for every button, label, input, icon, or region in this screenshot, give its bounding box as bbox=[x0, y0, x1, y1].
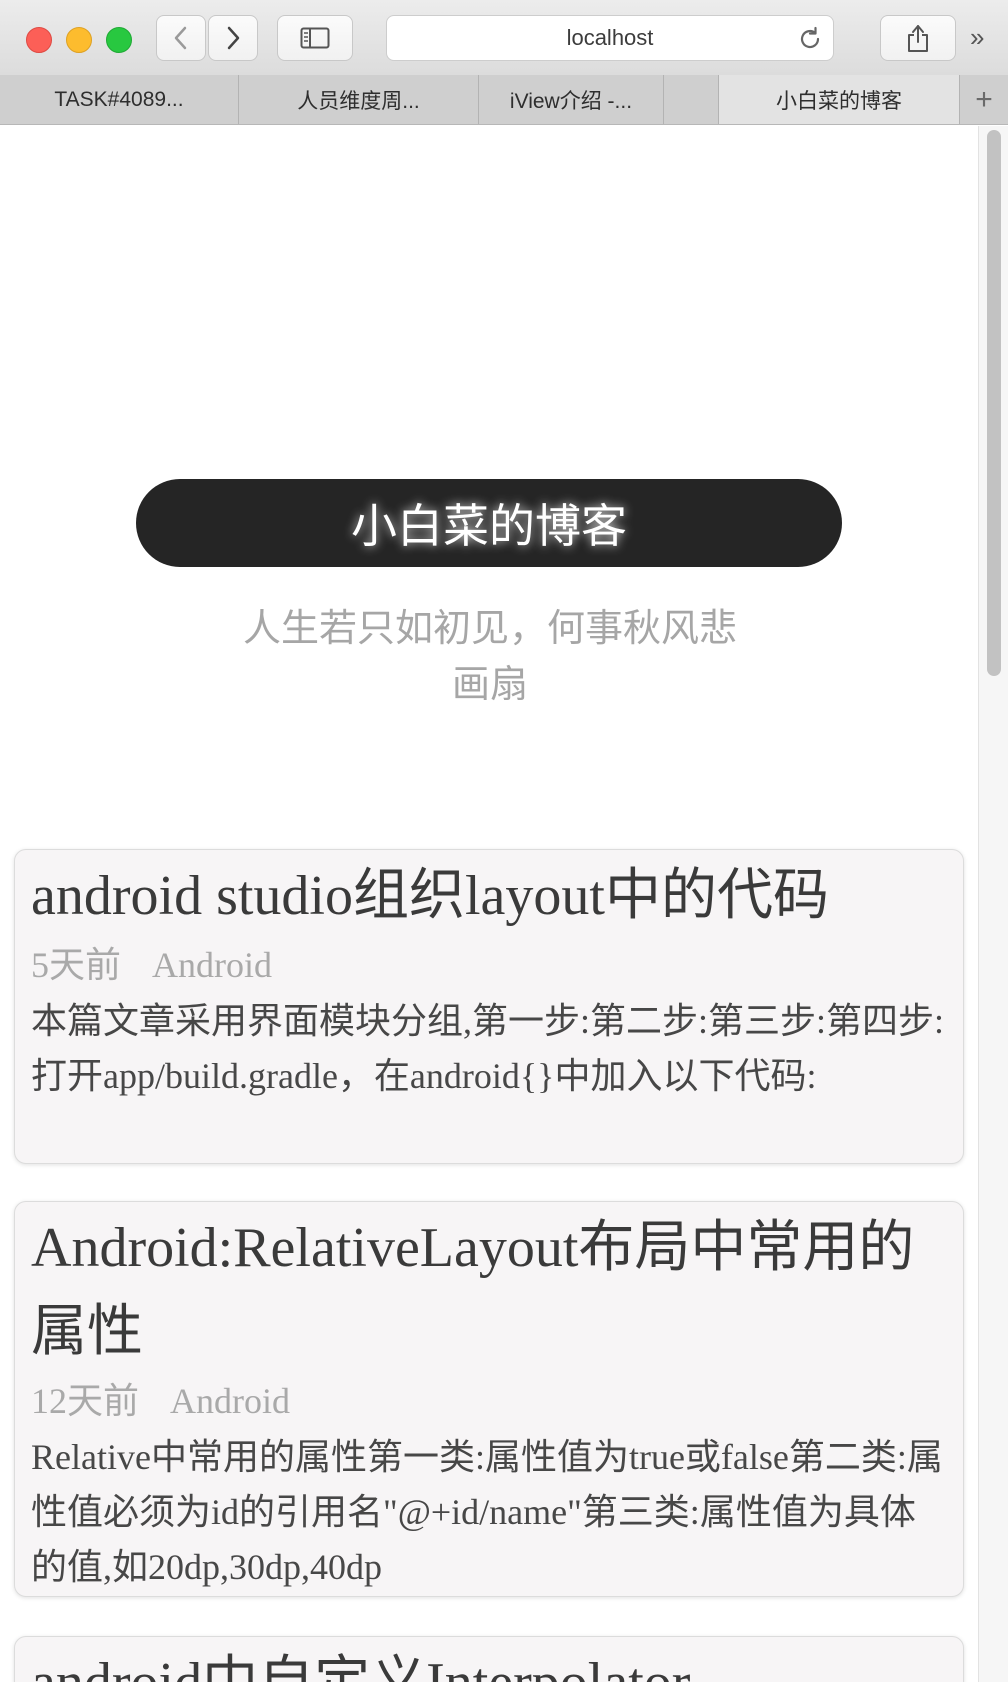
page-scrollbar[interactable] bbox=[978, 126, 1008, 1682]
chevron-left-icon bbox=[174, 26, 187, 50]
share-button[interactable] bbox=[880, 15, 956, 61]
tab-bar: TASK#4089... 人员维度周... iView介绍 -... 小白菜的博… bbox=[0, 75, 1008, 125]
scrollbar-thumb[interactable] bbox=[987, 130, 1001, 676]
post-title[interactable]: android studio组织layout中的代码 bbox=[31, 850, 947, 938]
post-summary: 本篇文章采用界面模块分组,第一步:第二步:第三步:第四步:打开app/build… bbox=[31, 1001, 945, 1096]
tab-weekly-report[interactable]: 人员维度周... bbox=[239, 75, 479, 124]
close-window-button[interactable] bbox=[26, 27, 52, 53]
address-bar[interactable]: localhost bbox=[386, 15, 834, 61]
sidebar-icon bbox=[300, 27, 330, 49]
tab-task[interactable]: TASK#4089... bbox=[0, 75, 239, 124]
post-card[interactable]: Android:RelativeLayout布局中常用的属性 12天前 Andr… bbox=[14, 1201, 964, 1597]
address-text: localhost bbox=[566, 25, 654, 50]
post-meta: 12天前 Android bbox=[31, 1376, 947, 1426]
post-meta: 5天前 Android bbox=[31, 940, 947, 990]
post-title[interactable]: android中自定义Interpolator bbox=[31, 1637, 947, 1682]
post-time: 12天前 bbox=[31, 1381, 140, 1421]
page-content: 小白菜的博客 人生若只如初见，何事秋风悲画扇 android studio组织l… bbox=[0, 126, 976, 1682]
share-icon bbox=[908, 25, 928, 52]
zoom-window-button[interactable] bbox=[106, 27, 132, 53]
tab-pinned[interactable] bbox=[664, 75, 719, 124]
tab-iview[interactable]: iView介绍 -... bbox=[479, 75, 664, 124]
sidebar-toggle-button[interactable] bbox=[277, 15, 353, 61]
blog-subtitle: 人生若只如初见，何事秋风悲画扇 bbox=[242, 606, 737, 706]
post-category[interactable]: Android bbox=[170, 1381, 290, 1421]
post-summary: Relative中常用的属性第一类:属性值为true或false第二类:属性值必… bbox=[31, 1437, 943, 1587]
post-card[interactable]: android studio组织layout中的代码 5天前 Android 本… bbox=[14, 849, 964, 1164]
tab-blog[interactable]: 小白菜的博客 bbox=[719, 75, 960, 124]
blog-title[interactable]: 小白菜的博客 bbox=[136, 479, 842, 567]
chevron-right-icon bbox=[227, 26, 240, 50]
new-tab-button[interactable]: + bbox=[960, 75, 1008, 124]
forward-button[interactable] bbox=[208, 15, 258, 61]
post-time: 5天前 bbox=[31, 945, 122, 985]
back-button[interactable] bbox=[156, 15, 206, 61]
minimize-window-button[interactable] bbox=[66, 27, 92, 53]
post-title[interactable]: Android:RelativeLayout布局中常用的属性 bbox=[31, 1202, 947, 1374]
browser-toolbar: localhost » bbox=[0, 0, 1008, 76]
reload-icon[interactable] bbox=[797, 26, 823, 52]
toolbar-overflow-button[interactable]: » bbox=[970, 22, 984, 53]
post-card[interactable]: android中自定义Interpolator bbox=[14, 1636, 964, 1682]
post-category[interactable]: Android bbox=[152, 945, 272, 985]
